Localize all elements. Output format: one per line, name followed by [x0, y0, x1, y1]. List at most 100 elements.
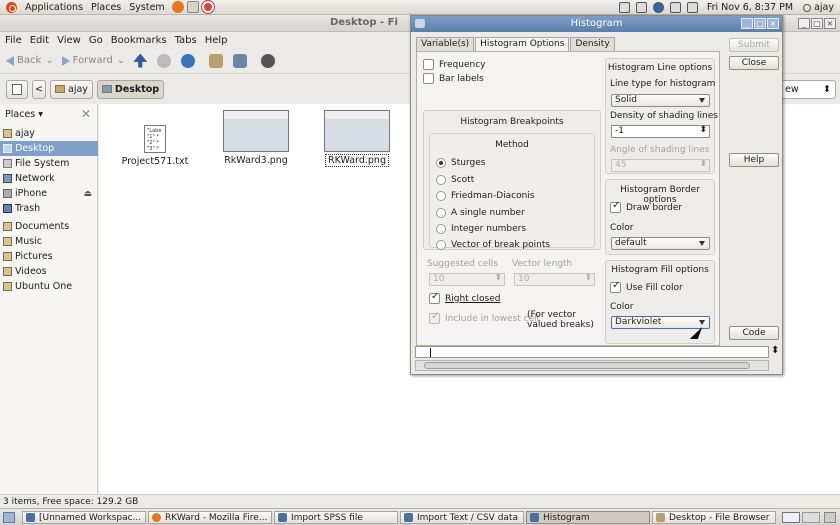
suggested-cells-spinbox[interactable]: 10	[429, 273, 505, 286]
update-icon[interactable]	[652, 2, 664, 13]
sidebar-item-network[interactable]: Network	[0, 171, 98, 186]
minimize-button[interactable]: _	[798, 18, 810, 29]
stop-icon[interactable]	[157, 53, 172, 68]
task-import-spss[interactable]: Import SPSS file	[274, 511, 398, 524]
menu-edit[interactable]: Edit	[30, 35, 49, 46]
dialog-minimize-button[interactable]: _	[741, 18, 753, 29]
home-icon[interactable]	[209, 53, 224, 68]
sidebar-item-documents[interactable]: Documents	[0, 219, 98, 234]
vector-length-spinbox[interactable]: 10	[514, 273, 595, 286]
task-import-csv[interactable]: Import Text / CSV data	[400, 511, 524, 524]
file-rkward[interactable]: RKWard.png	[317, 110, 397, 167]
tab-histogram-options[interactable]: Histogram Options	[475, 37, 570, 51]
task-file-browser[interactable]: Desktop - File Browser	[652, 511, 776, 524]
bar-labels-checkbox[interactable]: Bar labels	[423, 73, 484, 84]
submit-button[interactable]: Submit	[729, 38, 779, 52]
folder-icon	[3, 237, 12, 246]
sidebar-item-videos[interactable]: Videos	[0, 264, 98, 279]
use-fill-color-checkbox[interactable]: Use Fill color	[610, 280, 683, 293]
sidebar-item-trash[interactable]: Trash	[0, 201, 98, 216]
computer-icon[interactable]	[233, 53, 248, 68]
search-icon[interactable]	[261, 53, 276, 68]
menu-help[interactable]: Help	[205, 35, 228, 46]
right-closed-checkbox[interactable]: Right closed	[429, 291, 500, 304]
volume-icon[interactable]	[635, 2, 647, 13]
task-histogram[interactable]: Histogram	[526, 511, 650, 524]
method-scott-radio[interactable]: Scott	[436, 175, 474, 185]
forward-button[interactable]: Forward ⌄	[61, 55, 125, 66]
menu-tabs[interactable]: Tabs	[175, 35, 197, 46]
border-color-select[interactable]: default	[611, 237, 710, 250]
user-menu[interactable]: ajay	[814, 2, 834, 13]
method-sturges-radio[interactable]: Sturges	[436, 158, 485, 168]
tab-variables[interactable]: Variable(s)	[416, 37, 475, 51]
places-menu[interactable]: Places	[87, 0, 125, 15]
system-menu[interactable]: System	[125, 0, 168, 15]
code-scroll-spinner-icon[interactable]: ⬍	[771, 345, 779, 356]
draw-border-checkbox[interactable]: Draw border	[610, 200, 682, 213]
menu-bookmarks[interactable]: Bookmarks	[111, 35, 167, 46]
code-preview-field[interactable]	[415, 346, 769, 358]
battery-icon[interactable]	[669, 2, 681, 13]
sidebar-item-iphone[interactable]: iPhone ⏏	[0, 186, 98, 201]
firefox-launcher-icon[interactable]	[171, 1, 184, 13]
edit-location-button[interactable]	[6, 79, 28, 99]
menu-view[interactable]: View	[57, 35, 81, 46]
trash-applet-icon[interactable]	[824, 512, 836, 523]
density-spinbox[interactable]: -1	[611, 125, 710, 138]
dialog-close-x-button[interactable]: ×	[767, 18, 779, 29]
path-left-button[interactable]: <	[32, 79, 46, 99]
network-icon[interactable]	[618, 2, 630, 13]
help-button[interactable]: Help	[729, 153, 779, 167]
show-desktop-icon[interactable]	[3, 512, 15, 523]
tab-density[interactable]: Density	[570, 37, 615, 51]
task-firefox[interactable]: RKWard - Mozilla Fire...	[148, 511, 272, 524]
eject-icon[interactable]: ⏏	[83, 189, 92, 199]
help-launcher-icon[interactable]	[201, 1, 214, 13]
frequency-checkbox[interactable]: Frequency	[423, 59, 486, 70]
mail-launcher-icon[interactable]	[186, 1, 199, 13]
ubuntu-logo-icon[interactable]	[6, 1, 17, 13]
close-window-button[interactable]: ×	[824, 18, 836, 29]
sidebar-item-file-system[interactable]: File System	[0, 156, 98, 171]
sidebar-item-desktop[interactable]: Desktop	[0, 141, 98, 156]
reload-icon[interactable]	[181, 53, 196, 68]
file-rkward3[interactable]: RkWard3.png	[216, 110, 296, 166]
include-lowest-checkbox[interactable]: Include in lowest cell	[429, 311, 539, 324]
up-icon[interactable]	[133, 53, 148, 68]
applications-menu[interactable]: Applications	[21, 0, 87, 15]
line-type-select[interactable]: Solid	[611, 94, 710, 107]
method-vector-radio[interactable]: Vector of break points	[436, 240, 550, 250]
view-mode-select[interactable]: ew ⬍	[780, 80, 836, 99]
horizontal-scrollbar[interactable]	[415, 360, 769, 371]
path-desktop[interactable]: Desktop	[96, 79, 165, 99]
code-button[interactable]: Code	[729, 326, 779, 340]
angle-spinbox[interactable]: 45	[611, 159, 710, 172]
sidebar-item-pictures[interactable]: Pictures	[0, 249, 98, 264]
workspace-switcher-1[interactable]	[782, 512, 800, 523]
task-unnamed-workspace[interactable]: [Unnamed Workspac...	[22, 511, 146, 524]
maximize-button[interactable]: □	[811, 18, 823, 29]
method-friedman-diaconis-radio[interactable]: Friedman-Diaconis	[436, 191, 535, 201]
menu-go[interactable]: Go	[89, 35, 103, 46]
path-ajay[interactable]: ajay	[50, 79, 93, 99]
suggested-cells-label: Suggested cells	[427, 259, 498, 269]
clock[interactable]: Fri Nov 6, 8:37 PM	[707, 2, 793, 13]
file-project571[interactable]: "Labe "1" * "2" * "3" * Project571.txt	[115, 125, 195, 167]
sidebar-close-icon[interactable]: ✕	[81, 107, 91, 121]
method-integer-numbers-radio[interactable]: Integer numbers	[436, 224, 526, 234]
sidebar-item-ubuntu-one[interactable]: Ubuntu One	[0, 279, 98, 294]
method-single-number-radio[interactable]: A single number	[436, 208, 525, 218]
rkward-icon	[26, 513, 35, 522]
workspace-switcher-2[interactable]	[802, 512, 820, 523]
places-header[interactable]: Places ▾	[5, 109, 43, 120]
histogram-dialog: Histogram _ □ × Variable(s) Histogram Op…	[410, 15, 783, 375]
close-button[interactable]: Close	[729, 56, 779, 70]
sidebar-item-music[interactable]: Music	[0, 234, 98, 249]
dialog-maximize-button[interactable]: □	[754, 18, 766, 29]
back-button[interactable]: Back ⌄	[6, 55, 54, 66]
mail-indicator-icon[interactable]	[686, 2, 698, 13]
scrollbar-thumb[interactable]	[424, 362, 750, 369]
sidebar-item-ajay[interactable]: ajay	[0, 126, 98, 141]
menu-file[interactable]: File	[5, 35, 22, 46]
